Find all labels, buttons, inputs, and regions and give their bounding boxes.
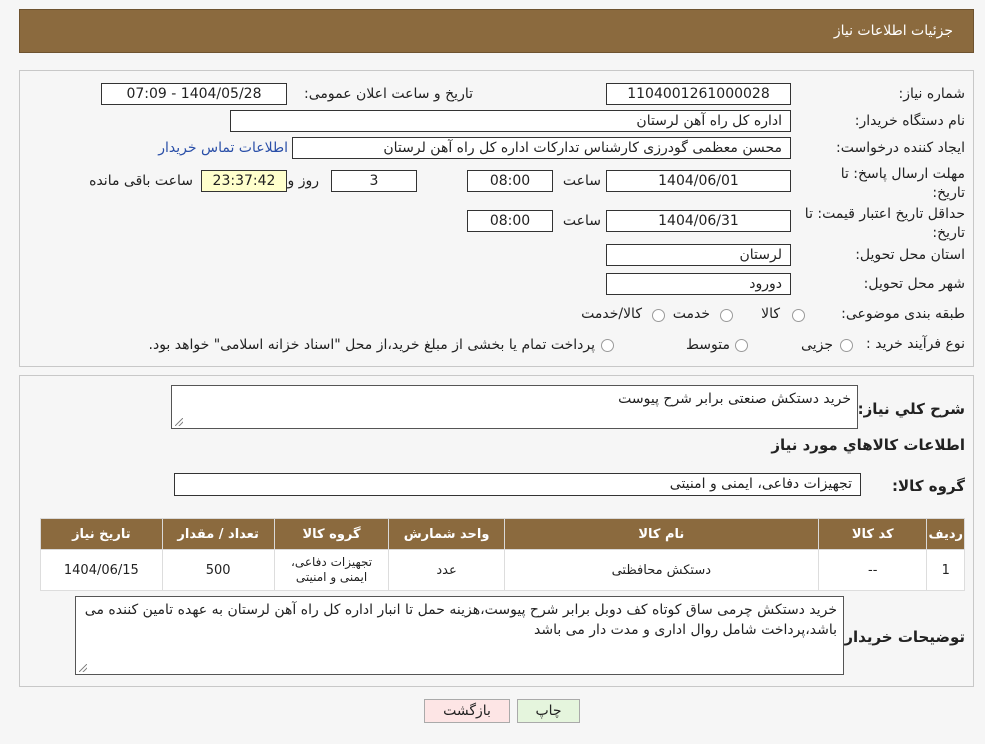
buyer-org-label: نام دستگاه خریدار: — [854, 113, 965, 129]
cell-group: تجهیزات دفاعی، ایمنی و امنیتی — [273, 549, 390, 591]
announce-date-field: 1404/05/28 - 07:09 — [101, 83, 287, 105]
city-field: دورود — [606, 273, 791, 295]
process-type-label: نوع فرآیند خرید : — [866, 336, 965, 352]
price-validity-label: حداقل تاریخ اعتبار قیمت: تا تاریخ: — [804, 206, 965, 241]
treasury-note: پرداخت تمام یا بخشی از مبلغ خرید،از محل … — [148, 337, 595, 353]
requester-field: محسن معظمی گودرزی کارشناس تدارکات اداره … — [292, 137, 791, 159]
deadline-date-field: 1404/06/01 — [606, 170, 791, 192]
category-option-service: خدمت — [672, 306, 710, 322]
category-label: طبقه بندی موضوعی: — [841, 306, 965, 322]
page-header: جزئیات اطلاعات نیاز — [19, 9, 974, 53]
process-radio-medium[interactable] — [735, 339, 748, 352]
buyer-notes-label: توضیحات خریدار: — [838, 628, 965, 646]
process-option-medium: متوسط — [686, 337, 730, 353]
summary-label: شرح کلي نياز: — [857, 400, 965, 418]
goods-group-field: تجهیزات دفاعی، ایمنی و امنیتی — [174, 473, 861, 496]
col-code: کد کالا — [817, 518, 928, 550]
table-header-row: ردیف کد کالا نام کالا واحد شمارش گروه کا… — [40, 518, 965, 550]
announce-date-label: تاریخ و ساعت اعلان عمومی: — [304, 86, 473, 102]
requester-label: ایجاد کننده درخواست: — [836, 140, 965, 156]
validity-time-label: ساعت — [562, 213, 601, 229]
col-date: تاریخ نیاز — [40, 518, 163, 550]
resize-grip-icon[interactable] — [79, 664, 87, 672]
deadline-time-label: ساعت — [562, 173, 601, 189]
page-title: جزئیات اطلاعات نیاز — [833, 23, 953, 39]
resize-grip-icon[interactable] — [175, 418, 183, 426]
goods-info-title: اطلاعات کالاهاي مورد نياز — [771, 436, 965, 454]
process-option-minor: جزیی — [801, 337, 833, 353]
cell-qty: 500 — [161, 549, 275, 591]
province-field: لرستان — [606, 244, 791, 266]
need-number-field: 1104001261000028 — [606, 83, 791, 105]
category-radio-service[interactable] — [720, 309, 733, 322]
days-label: روز و — [287, 173, 320, 189]
treasury-checkbox[interactable] — [601, 339, 614, 352]
cell-row: 1 — [926, 549, 965, 591]
days-remaining-field: 3 — [331, 170, 417, 192]
cell-date: 1404/06/15 — [40, 549, 163, 591]
validity-time-field: 08:00 — [467, 210, 553, 232]
need-number-label: شماره نیاز: — [898, 86, 966, 102]
goods-table: ردیف کد کالا نام کالا واحد شمارش گروه کا… — [40, 518, 965, 591]
city-label: شهر محل تحویل: — [863, 276, 965, 292]
goods-group-label: گروه کالا: — [892, 477, 965, 495]
summary-textarea[interactable]: خرید دستکش صنعتی برابر شرح پیوست — [171, 385, 858, 429]
back-button[interactable]: بازگشت — [424, 699, 510, 723]
remaining-time-label: ساعت باقی مانده — [89, 173, 193, 189]
cell-code: -- — [817, 549, 928, 591]
remaining-time-field: 23:37:42 — [201, 170, 287, 192]
buyer-notes-textarea[interactable]: خرید دستکش چرمی ساق کوتاه کف دوبل برابر … — [75, 596, 844, 675]
summary-text: خرید دستکش صنعتی برابر شرح پیوست — [618, 391, 851, 407]
category-option-goods-service: کالا/خدمت — [581, 306, 642, 322]
deadline-time-field: 08:00 — [467, 170, 553, 192]
col-name: نام کالا — [503, 518, 819, 550]
table-row: 1 -- دستکش محافظتی عدد تجهیزات دفاعی، ای… — [40, 549, 965, 591]
col-group: گروه کالا — [273, 518, 390, 550]
buyer-notes-text: خرید دستکش چرمی ساق کوتاه کف دوبل برابر … — [84, 602, 837, 638]
print-button[interactable]: چاپ — [517, 699, 580, 723]
buyer-contact-link[interactable]: اطلاعات تماس خریدار — [158, 140, 288, 156]
cell-name: دستکش محافظتی — [503, 549, 819, 591]
process-radio-minor[interactable] — [840, 339, 853, 352]
category-option-goods: کالا — [761, 306, 780, 322]
buyer-org-field: اداره کل راه آهن لرستان — [230, 110, 791, 132]
province-label: استان محل تحویل: — [855, 247, 965, 263]
validity-date-field: 1404/06/31 — [606, 210, 791, 232]
col-unit: واحد شمارش — [388, 518, 505, 550]
category-radio-goods-service[interactable] — [652, 309, 665, 322]
col-row: ردیف — [926, 518, 965, 550]
category-radio-goods[interactable] — [792, 309, 805, 322]
col-qty: تعداد / مقدار — [161, 518, 275, 550]
cell-unit: عدد — [388, 549, 505, 591]
deadline-label: مهلت ارسال پاسخ: تا تاریخ: — [840, 166, 965, 201]
